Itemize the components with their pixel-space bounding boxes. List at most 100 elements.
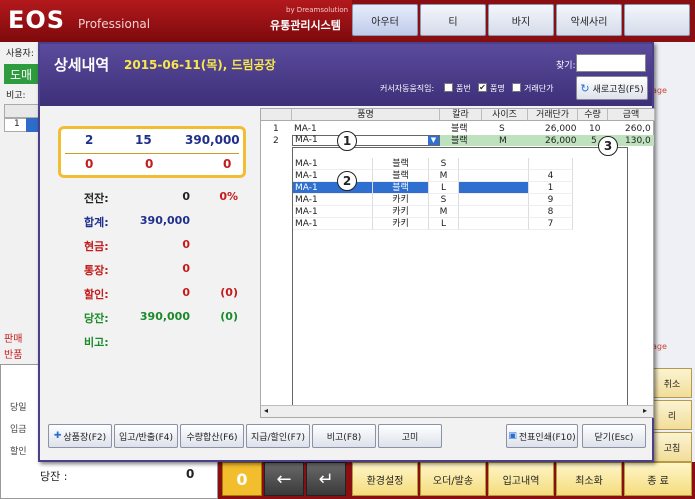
grid-header-qty[interactable]: 수량 bbox=[578, 109, 608, 121]
sale-label: 판매 bbox=[4, 334, 23, 345]
dropdown-row-6-blank[interactable] bbox=[459, 218, 529, 230]
grid-header-name[interactable]: 품명 bbox=[292, 109, 440, 121]
grid-row-1-name[interactable]: MA-1 bbox=[294, 123, 317, 135]
dropdown-row-1-color[interactable]: 블랙 bbox=[373, 158, 429, 170]
note-label: 비고: bbox=[6, 91, 26, 101]
grid-row-1-price[interactable]: 26,000 bbox=[545, 123, 577, 135]
receive-return-button[interactable]: 입고/반출(F4) bbox=[114, 424, 178, 448]
summary-return-amount: 0 bbox=[223, 157, 232, 171]
close-button[interactable]: 닫기(Esc) bbox=[582, 424, 646, 448]
order-ship-button[interactable]: 오더/발송 bbox=[420, 462, 486, 496]
find-input[interactable] bbox=[576, 54, 646, 72]
dropdown-row-2-qty[interactable]: 4 bbox=[529, 170, 573, 182]
dropdown-row-2-size[interactable]: M bbox=[429, 170, 459, 182]
dropdown-row-4-blank[interactable] bbox=[459, 194, 529, 206]
dropdown-row-6-color[interactable]: 카키 bbox=[373, 218, 429, 230]
dropdown-row-5-name[interactable]: MA-1 bbox=[293, 206, 373, 218]
checkbox-item-name[interactable]: ✔ bbox=[478, 83, 487, 92]
scroll-left-icon[interactable]: ◂ bbox=[264, 406, 268, 415]
grid-header-amount[interactable]: 금액 bbox=[608, 109, 655, 121]
dropdown-row-3-blank[interactable] bbox=[459, 182, 529, 194]
back-arrow-button[interactable]: ← bbox=[264, 462, 304, 496]
note-button[interactable]: 비고(F8) bbox=[312, 424, 376, 448]
checkbox-price[interactable] bbox=[512, 83, 521, 92]
checkbox-item-no-label: 품번 bbox=[456, 84, 471, 93]
total-value-bank: 0 bbox=[182, 262, 190, 275]
grid-header-num bbox=[261, 109, 292, 121]
dropdown-arrow-icon[interactable]: ▼ bbox=[428, 136, 439, 145]
summary-divider bbox=[65, 153, 239, 154]
total-value-cash: 0 bbox=[182, 238, 190, 251]
category-button-empty[interactable] bbox=[624, 4, 690, 36]
grid-header-color[interactable]: 칼라 bbox=[440, 109, 482, 121]
dropdown-row-4-size[interactable]: S bbox=[429, 194, 459, 206]
product-ledger-button[interactable]: ✚ 상품장(F2) bbox=[48, 424, 112, 448]
dropdown-row-4-name[interactable]: MA-1 bbox=[293, 194, 373, 206]
receipt-history-button[interactable]: 입고내역 bbox=[488, 462, 554, 496]
grid-row-1-size[interactable]: S bbox=[499, 123, 505, 135]
right-strip bbox=[650, 42, 695, 462]
dropdown-row-4-qty[interactable]: 9 bbox=[529, 194, 573, 206]
refresh-button[interactable]: ↻ 새로고침(F5) bbox=[576, 76, 648, 100]
minimize-button[interactable]: 최소화 bbox=[556, 462, 622, 496]
grid-row-1-amount[interactable]: 260,0 bbox=[625, 123, 651, 135]
side-button[interactable]: 리 bbox=[652, 400, 692, 430]
grid-row-2-name-edit[interactable]: MA-1 bbox=[292, 135, 440, 146]
dropdown-row-4-color[interactable]: 카키 bbox=[373, 194, 429, 206]
dropdown-row-5-size[interactable]: M bbox=[429, 206, 459, 218]
scroll-right-icon[interactable]: ▸ bbox=[643, 406, 647, 415]
dropdown-row-5-blank[interactable] bbox=[459, 206, 529, 218]
dropdown-row-6-qty[interactable]: 7 bbox=[529, 218, 573, 230]
exit-button[interactable]: 종 료 bbox=[624, 462, 692, 496]
printer-icon: ▣ bbox=[508, 431, 517, 441]
dropdown-row-6-size[interactable]: L bbox=[429, 218, 459, 230]
category-button-pants[interactable]: 바지 bbox=[488, 4, 554, 36]
dropdown-row-5-qty[interactable]: 8 bbox=[529, 206, 573, 218]
dropdown-row-5-color[interactable]: 카키 bbox=[373, 206, 429, 218]
grid-row-1-color[interactable]: 블랙 bbox=[451, 123, 468, 135]
total-value-balance: 390,000 bbox=[139, 310, 190, 323]
settings-button[interactable]: 환경설정 bbox=[352, 462, 418, 496]
dropdown-row-1-blank[interactable] bbox=[459, 158, 529, 170]
grid-row-1-qty[interactable]: 10 bbox=[589, 123, 600, 135]
category-button-outer[interactable]: 아우터 bbox=[352, 4, 418, 36]
qty-sum-button[interactable]: 수량합산(F6) bbox=[180, 424, 244, 448]
cancel-button[interactable]: 취소 bbox=[652, 368, 692, 398]
gomi-button[interactable]: 고미 bbox=[378, 424, 442, 448]
dropdown-row-2-color[interactable]: 블랙 bbox=[373, 170, 429, 182]
dropdown-row-6-name[interactable]: MA-1 bbox=[293, 218, 373, 230]
enter-button[interactable]: ↵ bbox=[306, 462, 346, 496]
zero-button[interactable]: 0 bbox=[222, 462, 262, 496]
app-system-name: 유통관리시스템 bbox=[270, 19, 341, 32]
dropdown-row-3-size[interactable]: L bbox=[429, 182, 459, 194]
dropdown-row-3-qty[interactable]: 1 bbox=[529, 182, 573, 194]
total-extra-prev: 0% bbox=[219, 190, 238, 203]
category-button-tee[interactable]: 티 bbox=[420, 4, 486, 36]
dropdown-row-2-blank[interactable] bbox=[459, 170, 529, 182]
dropdown-row-1-qty[interactable] bbox=[529, 158, 573, 170]
grid-header-price[interactable]: 거래단가 bbox=[528, 109, 578, 121]
balance-value: 0 bbox=[186, 467, 195, 481]
dropdown-row-3-color[interactable]: 블랙 bbox=[373, 182, 429, 194]
dropdown-row-2-name[interactable]: MA-1 bbox=[293, 170, 373, 182]
total-extra-discount: (0) bbox=[220, 286, 238, 299]
grid-horizontal-scrollbar[interactable]: ◂ ▸ bbox=[261, 405, 653, 417]
checkbox-item-no[interactable] bbox=[444, 83, 453, 92]
dropdown-row-1-name[interactable]: MA-1 bbox=[293, 158, 373, 170]
callout-badge-2: 2 bbox=[337, 171, 357, 191]
print-slip-button[interactable]: ▣ 전표인쇄(F10) bbox=[506, 424, 578, 448]
plus-icon: ✚ bbox=[53, 431, 62, 441]
grid-row-2-size[interactable]: M bbox=[499, 135, 507, 147]
refresh-side-button[interactable]: 고침 bbox=[652, 432, 692, 462]
grid-row-2-color[interactable]: 블랙 bbox=[451, 135, 468, 147]
grid-row-2-price[interactable]: 26,000 bbox=[545, 135, 577, 147]
refresh-label: 새로고침(F5) bbox=[592, 84, 644, 95]
payment-discount-button[interactable]: 지급/할인(F7) bbox=[246, 424, 310, 448]
category-button-accessory[interactable]: 악세사리 bbox=[556, 4, 622, 36]
dropdown-row-1-size[interactable]: S bbox=[429, 158, 459, 170]
dropdown-row-3-name[interactable]: MA-1 bbox=[293, 182, 373, 194]
grid-header-size[interactable]: 사이즈 bbox=[482, 109, 528, 121]
grid-row-2-qty[interactable]: 5 bbox=[591, 135, 597, 147]
page-label-2: age bbox=[652, 342, 667, 351]
grid-row-2-amount[interactable]: 130,0 bbox=[625, 135, 651, 147]
